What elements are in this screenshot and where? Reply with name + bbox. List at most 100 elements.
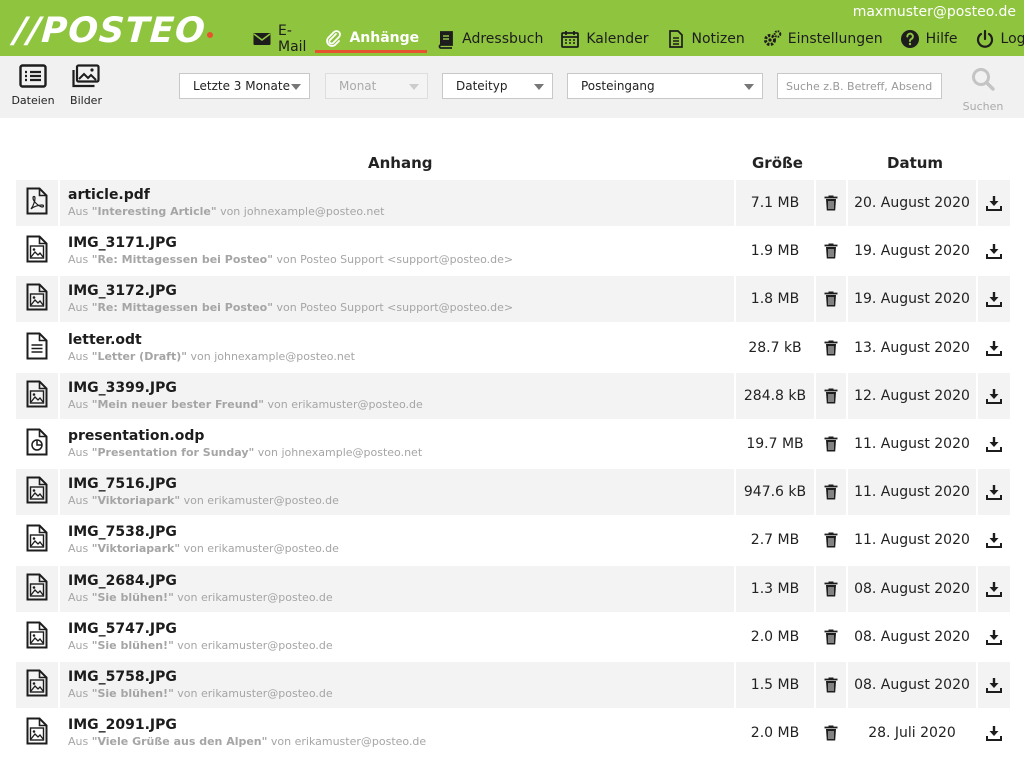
nav-email[interactable]: E-Mail [244, 23, 314, 55]
download-button[interactable] [978, 372, 1010, 419]
file-name-link[interactable]: IMG_3399.JPG [68, 379, 726, 397]
source-prefix: Aus [68, 542, 89, 556]
delete-button[interactable] [816, 372, 846, 419]
source-sender: erikamuster@posteo.de [207, 494, 339, 508]
search-input[interactable] [777, 73, 942, 99]
nav-address-book[interactable]: Adressbuch [428, 25, 551, 53]
attachment-cell: IMG_5758.JPG Aus "Sie blühen!" von erika… [60, 661, 734, 708]
download-button[interactable] [978, 180, 1010, 226]
file-name-link[interactable]: IMG_3172.JPG [68, 282, 726, 300]
source-subject[interactable]: "Letter (Draft)" [92, 350, 187, 363]
file-name-link[interactable]: IMG_5758.JPG [68, 668, 726, 686]
source-subject[interactable]: "Viktoriapark" [92, 494, 180, 507]
help-icon [900, 30, 919, 48]
source-subject[interactable]: "Re: Mittagessen bei Posteo" [92, 253, 273, 266]
source-subject[interactable]: "Re: Mittagessen bei Posteo" [92, 301, 273, 314]
delete-button[interactable] [816, 710, 846, 757]
chevron-down-icon [744, 84, 754, 90]
file-size: 19.7 MB [736, 420, 814, 467]
source-subject[interactable]: "Sie blühen!" [92, 687, 174, 700]
period-select-value: Letzte 3 Monate [193, 79, 290, 93]
search-label: Suchen [962, 100, 1004, 113]
source-by: von [270, 735, 292, 749]
posteo-logo[interactable]: //POSTEO [13, 10, 213, 52]
download-button[interactable] [978, 613, 1010, 660]
delete-button[interactable] [816, 517, 846, 564]
file-name-link[interactable]: IMG_2091.JPG [68, 716, 726, 734]
delete-button[interactable] [816, 324, 846, 371]
delete-button[interactable] [816, 228, 846, 275]
file-source: Aus "Sie blühen!" von erikamuster@posteo… [68, 639, 726, 652]
download-button[interactable] [978, 324, 1010, 371]
search-button[interactable]: Suchen [958, 66, 1008, 113]
image-file-icon-wrap [26, 717, 48, 749]
download-button[interactable] [978, 565, 1010, 612]
folder-select[interactable]: Posteingang [567, 73, 763, 99]
nav-logout[interactable]: Logout [967, 25, 1024, 53]
download-icon [986, 533, 1002, 549]
download-button[interactable] [978, 517, 1010, 564]
source-subject[interactable]: "Viktoriapark" [92, 542, 180, 555]
file-name-link[interactable]: article.pdf [68, 186, 726, 204]
attachments-list: article.pdf Aus "Interesting Article" vo… [16, 180, 1010, 758]
trash-icon [824, 484, 838, 500]
col-attachment-header[interactable]: Anhang [368, 154, 433, 172]
file-name-link[interactable]: IMG_5747.JPG [68, 620, 726, 638]
delete-button[interactable] [816, 420, 846, 467]
download-button[interactable] [978, 228, 1010, 275]
source-subject[interactable]: "Mein neuer bester Freund" [92, 398, 264, 411]
source-subject[interactable]: "Viele Grüße aus den Alpen" [92, 735, 268, 748]
col-size-header[interactable]: Größe [752, 154, 803, 172]
nav-help[interactable]: Hilfe [892, 25, 966, 53]
file-name-link[interactable]: IMG_3171.JPG [68, 234, 726, 252]
delete-button[interactable] [816, 180, 846, 226]
nav-settings[interactable]: Einstellungen [754, 25, 891, 53]
download-icon [986, 340, 1002, 356]
image-file-icon [26, 476, 48, 504]
file-name-link[interactable]: IMG_7516.JPG [68, 475, 726, 493]
file-name-link[interactable]: IMG_2684.JPG [68, 572, 726, 590]
source-sender: johnexample@posteo.net [281, 445, 423, 459]
file-name-link[interactable]: IMG_7538.JPG [68, 523, 726, 541]
filetype-select[interactable]: Dateityp [442, 73, 553, 99]
file-type-cell [16, 469, 58, 516]
images-view-button[interactable]: Bilder [61, 64, 111, 107]
source-by: von [276, 301, 297, 315]
trash-icon [824, 581, 838, 596]
file-name-link[interactable]: letter.odt [68, 331, 726, 349]
image-file-icon [26, 235, 48, 263]
download-button[interactable] [978, 710, 1010, 757]
download-button[interactable] [978, 661, 1010, 708]
file-type-cell [16, 710, 58, 757]
source-subject[interactable]: "Sie blühen!" [92, 639, 174, 652]
month-select[interactable]: Monat [325, 73, 428, 99]
files-view-button[interactable]: Dateien [8, 64, 58, 107]
source-subject[interactable]: "Sie blühen!" [92, 591, 174, 604]
delete-button[interactable] [816, 661, 846, 708]
period-select[interactable]: Letzte 3 Monate [179, 73, 310, 99]
address-book-icon [438, 31, 454, 49]
nav-calendar[interactable]: Kalender [552, 25, 656, 53]
presentation-file-icon-wrap [26, 428, 48, 460]
file-source: Aus "Sie blühen!" von erikamuster@posteo… [68, 687, 726, 700]
month-select-value: Monat [339, 79, 377, 93]
delete-button[interactable] [816, 276, 846, 323]
source-by: von [257, 445, 278, 459]
download-button[interactable] [978, 420, 1010, 467]
source-subject[interactable]: "Interesting Article" [92, 205, 217, 218]
table-row: IMG_7516.JPG Aus "Viktoriapark" von erik… [16, 469, 1010, 517]
delete-button[interactable] [816, 565, 846, 612]
source-subject[interactable]: "Presentation for Sunday" [92, 446, 255, 459]
user-email[interactable]: maxmuster@posteo.de [853, 4, 1016, 20]
file-name-link[interactable]: presentation.odp [68, 427, 726, 445]
nav-attachments[interactable]: Anhänge [315, 25, 428, 53]
nav-notes[interactable]: Notizen [658, 25, 753, 53]
delete-button[interactable] [816, 613, 846, 660]
source-prefix: Aus [68, 735, 89, 749]
download-button[interactable] [978, 469, 1010, 516]
file-date: 11. August 2020 [848, 517, 976, 564]
col-date-header[interactable]: Datum [887, 154, 943, 172]
delete-button[interactable] [816, 469, 846, 516]
download-button[interactable] [978, 276, 1010, 323]
source-prefix: Aus [68, 638, 89, 652]
